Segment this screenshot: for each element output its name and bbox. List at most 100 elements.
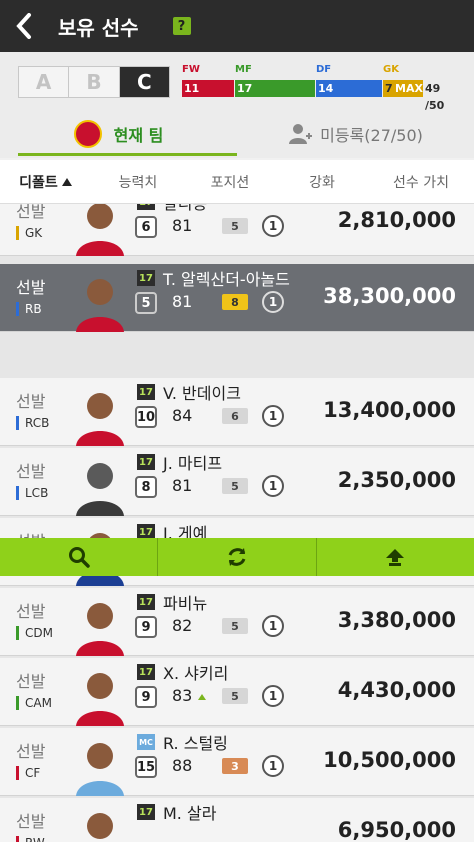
player-row[interactable]: 선발 RB 17 T. 알렉산더-아놀드 5 81 8 1 38,300,000 [0, 264, 474, 332]
lineup-status: 선발 [16, 742, 46, 761]
pay-value: 9 [135, 686, 157, 708]
player-position: RCB [16, 416, 49, 430]
player-value: 38,300,000 [323, 284, 456, 308]
sort-enhance[interactable]: 강화 [276, 172, 368, 192]
lineup-status: 선발 [16, 672, 46, 691]
upgrade-button[interactable] [317, 538, 474, 576]
squad-tabs: 현재 팀 미등록(27/50) [0, 110, 474, 158]
player-name: 알리송 [163, 204, 207, 214]
player-value: 13,400,000 [323, 398, 456, 422]
pay-value: 5 [135, 292, 157, 314]
squad-total: 49 /50 [425, 82, 445, 112]
add-user-icon [289, 124, 313, 144]
mf-count: 17 [235, 80, 315, 97]
sort-up-icon [61, 177, 72, 186]
player-position: LCB [16, 486, 48, 500]
sort-ability[interactable]: 능력치 [92, 172, 184, 192]
overall-rating: 81 [172, 476, 193, 495]
tab-unregistered[interactable]: 미등록(27/50) [237, 110, 474, 158]
grade-badge: 3 [222, 758, 248, 774]
lineup-status: 선발 [16, 278, 46, 297]
sort-position[interactable]: 포지션 [184, 172, 276, 192]
player-value: 4,430,000 [337, 678, 456, 702]
swap-icon [228, 548, 246, 566]
player-position: RW [16, 836, 45, 842]
overall-rating: 83 [172, 686, 193, 705]
player-row[interactable]: 선발 LCB 17 J. 마티프 8 81 5 1 2,350,000 [0, 448, 474, 516]
grade-badge: 5 [222, 688, 248, 704]
grade-badge: 5 [222, 218, 248, 234]
player-name: M. 살라 [163, 804, 217, 823]
sort-default[interactable]: 디폴트 [0, 172, 92, 192]
player-position: CF [16, 766, 40, 780]
player-row[interactable]: 선발 CF MC R. 스털링 15 88 3 1 10,500,000 [0, 728, 474, 796]
back-button[interactable] [0, 0, 48, 52]
season-badge: MC [137, 734, 155, 750]
player-row[interactable]: 선발 CAM 17 X. 샤키리 9 83 5 1 4,430,000 [0, 658, 474, 726]
lineup-status: 선발 [16, 602, 46, 621]
tab-current-team[interactable]: 현재 팀 [0, 110, 237, 158]
player-photo [76, 743, 124, 796]
player-row[interactable]: 선발 GK 17 알리송 6 81 51 2,810,000 [0, 204, 474, 256]
squad-filter-bar: A B C FW MF DF GK 11 17 14 7 MAX 49 /50 [0, 52, 474, 112]
max-label: MAX [393, 80, 423, 97]
help-button[interactable]: ? [172, 17, 191, 35]
search-button[interactable] [0, 538, 159, 576]
player-row[interactable]: 선발 RW 17 M. 살라 6,950,000 [0, 798, 474, 842]
player-value: 2,810,000 [337, 208, 456, 232]
tab-unregistered-label: 미등록(27/50) [320, 126, 423, 145]
enhance-level: 1 [262, 291, 284, 313]
swap-button[interactable] [158, 538, 317, 576]
overall-rating: 82 [172, 616, 193, 635]
group-a-button[interactable]: A [19, 67, 70, 97]
player-photo [76, 603, 124, 656]
page-title: 보유 선수 [58, 15, 139, 40]
player-photo [76, 673, 124, 726]
grade-badge: 5 [222, 478, 248, 494]
fw-count: 11 [182, 80, 234, 97]
player-photo [76, 279, 124, 332]
player-photo [76, 204, 124, 256]
player-value: 10,500,000 [323, 748, 456, 772]
enhance-level: 1 [262, 615, 284, 637]
player-row[interactable]: 선발 RCB 17 V. 반데이크 10 84 6 1 13,400,000 [0, 378, 474, 446]
df-count: 14 [316, 80, 382, 97]
player-position: RB [16, 302, 42, 316]
enhance-level: 1 [262, 405, 284, 427]
player-row[interactable]: 선발 CDM 17 파비뉴 9 82 5 1 3,380,000 [0, 588, 474, 656]
sort-default-label: 디폴트 [19, 174, 58, 191]
enhance-level: 1 [262, 685, 284, 707]
player-photo [76, 393, 124, 446]
group-b-button[interactable]: B [69, 67, 120, 97]
gk-count: 7 [383, 80, 393, 97]
player-value: 3,380,000 [337, 608, 456, 632]
player-photo [87, 813, 113, 839]
season-badge: 17 [137, 384, 155, 400]
lineup-status: 선발 [16, 392, 46, 411]
player-position: CAM [16, 696, 52, 710]
mf-label: MF [235, 64, 252, 75]
overall-rating: 81 [172, 216, 193, 235]
overall-rating: 84 [172, 406, 193, 425]
row-action-bar [0, 538, 474, 576]
enhance-level: 1 [262, 215, 284, 237]
pay-value: 15 [135, 756, 157, 778]
chevron-left-icon [16, 13, 31, 39]
player-list: 선발GK17알리송681512,810,000선발RB17T. 알렉산더-아놀드… [0, 204, 474, 842]
season-badge: 17 [137, 804, 155, 820]
player-name: 파비뉴 [163, 594, 208, 613]
enhance-level: 1 [262, 755, 284, 777]
player-name: V. 반데이크 [163, 384, 241, 403]
overall-rating: 88 [172, 756, 193, 775]
group-c-button[interactable]: C [119, 67, 169, 97]
player-photo [76, 463, 124, 516]
arrow-up-icon [386, 549, 405, 566]
season-badge: 17 [137, 204, 155, 210]
enhance-level: 1 [262, 475, 284, 497]
sort-value[interactable]: 선수 가치 [368, 172, 474, 192]
player-position: CDM [16, 626, 53, 640]
gk-label: GK [383, 64, 399, 75]
grade-badge: 8 [222, 294, 248, 310]
player-value: 2,350,000 [337, 468, 456, 492]
grade-badge: 5 [222, 618, 248, 634]
